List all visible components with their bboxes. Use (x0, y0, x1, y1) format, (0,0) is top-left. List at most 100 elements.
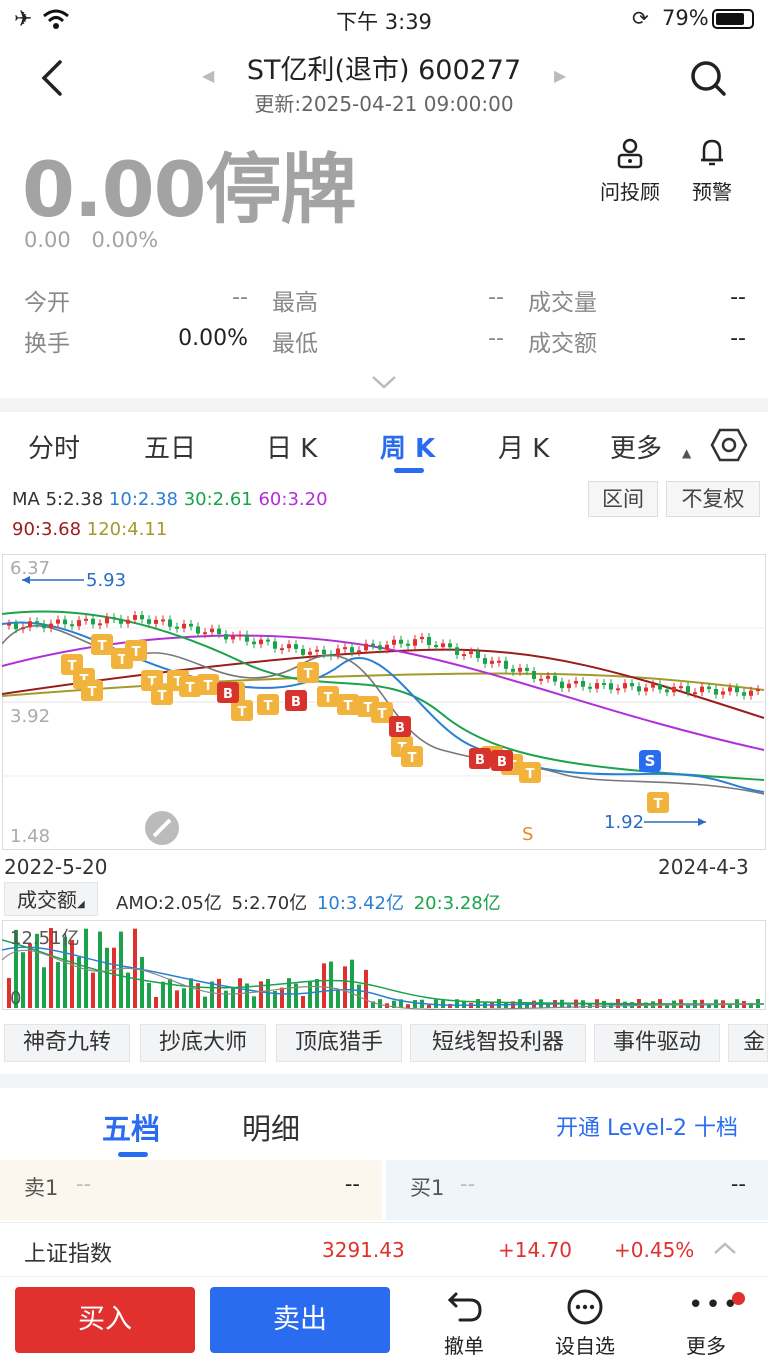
cancel-order-label[interactable]: 撤单 (424, 1330, 504, 1359)
signal-badge-letter: B (475, 753, 485, 768)
tool-chip-bottom-master[interactable]: 抄底大师 (140, 1024, 266, 1062)
candle-body (98, 623, 102, 626)
status-bar: ✈ 下午 3:39 ⟳ 79% (0, 0, 768, 40)
signal-badge-letter: B (223, 687, 233, 702)
ma-prefix: MA (12, 489, 40, 510)
volume-bar (154, 996, 158, 1008)
section-divider (0, 398, 768, 412)
kline-y-mid: 3.92 (10, 706, 51, 727)
candle-body (714, 689, 718, 695)
candle-body (231, 635, 235, 640)
add-watchlist-label[interactable]: 设自选 (545, 1330, 625, 1359)
candle-body (595, 683, 599, 689)
candle-body (651, 684, 655, 688)
no-adjust-button[interactable]: 不复权 (666, 481, 760, 517)
volume-ma5: 5:2.70亿 (231, 893, 308, 914)
tab-daily-k[interactable]: 日 K (266, 428, 317, 465)
volume-selector[interactable]: 成交额◢ (4, 882, 98, 916)
stat-label-low: 最低 (272, 331, 318, 357)
candle-body (308, 651, 312, 655)
tool-chip-nine-turn[interactable]: 神奇九转 (4, 1024, 130, 1062)
kline-high-mark: 5.93 (86, 570, 127, 591)
tool-chip-gold[interactable]: 金 (728, 1024, 768, 1062)
candle-body (462, 654, 466, 657)
tab-monthly-k[interactable]: 月 K (498, 428, 549, 465)
range-button[interactable]: 区间 (588, 481, 658, 517)
volume-bar (224, 990, 228, 1008)
candle-body (567, 683, 571, 689)
level2-link[interactable]: 开通 Level-2 十档 (556, 1110, 738, 1142)
kline-date-start: 2022-5-20 (4, 855, 108, 879)
volume-bar (329, 961, 333, 1008)
stat-label-turnover: 换手 (24, 331, 70, 357)
volume-bar (406, 1004, 410, 1008)
tab-five-day[interactable]: 五日 (144, 428, 196, 465)
volume-bar (189, 978, 193, 1008)
volume-bar (119, 931, 123, 1008)
alert-button[interactable]: 预警 (686, 136, 738, 205)
signal-badge-letter: T (158, 689, 167, 704)
stat-value-low: -- (488, 326, 504, 351)
ask-advisor-button[interactable]: 问投顾 (596, 136, 664, 205)
sell-button[interactable]: 卖出 (210, 1287, 390, 1353)
candle-body (280, 648, 284, 651)
chevron-up-icon[interactable] (712, 1240, 738, 1256)
tab-more[interactable]: 更多 (610, 428, 662, 465)
tab-detail[interactable]: 明细 (242, 1106, 300, 1148)
volume-bar (252, 996, 256, 1008)
tool-chip-event-driven[interactable]: 事件驱动 (594, 1024, 720, 1062)
candle-body (539, 678, 543, 681)
candle-body (329, 654, 333, 657)
candle-body (245, 634, 249, 642)
signal-badge-letter: B (497, 755, 507, 770)
next-stock-icon[interactable]: ▶ (554, 66, 566, 85)
candle-body (742, 692, 746, 696)
tab-five-level[interactable]: 五档 (102, 1106, 160, 1148)
volume-bar (182, 988, 186, 1008)
candle-body (350, 647, 354, 653)
ask-advisor-label: 问投顾 (600, 180, 660, 204)
candle-body (504, 660, 508, 669)
index-value: 3291.43 (322, 1238, 405, 1262)
volume-chart[interactable] (2, 920, 766, 1010)
volume-bar (140, 957, 144, 1008)
ma-legend-row2: 90:3.68 120:4.11 (12, 519, 167, 540)
more-label[interactable]: 更多 (666, 1330, 746, 1359)
candle-body (252, 641, 256, 645)
candle-body (756, 689, 760, 692)
volume-bar (427, 1004, 431, 1008)
kline-low-mark: 1.92 (604, 812, 645, 833)
tool-chip-top-bottom-hunter[interactable]: 顶底猎手 (276, 1024, 402, 1062)
volume-bar (112, 947, 116, 1008)
volume-bar (343, 966, 347, 1008)
candle-body (476, 651, 480, 659)
candle-body (70, 624, 74, 627)
volume-bar (56, 962, 60, 1008)
notification-dot (732, 1292, 745, 1305)
volume-bar (336, 989, 340, 1008)
tool-chip-short-term[interactable]: 短线智投利器 (410, 1024, 586, 1062)
search-icon[interactable] (688, 58, 728, 98)
candle-body (210, 628, 214, 633)
buy-button[interactable]: 买入 (15, 1287, 195, 1353)
tab-weekly-k[interactable]: 周 K (380, 428, 435, 465)
signal-badge-letter: T (88, 685, 97, 700)
expand-chevron-icon[interactable] (370, 374, 398, 390)
volume-bar (105, 947, 109, 1008)
kline-chart[interactable]: TTTTTTTTTTTTTTTTTTTTTTTTTBBBBB S (2, 554, 766, 850)
candle-body (686, 686, 690, 693)
settings-icon[interactable] (710, 426, 748, 464)
undo-icon[interactable] (446, 1288, 484, 1324)
tab-intraday[interactable]: 分时 (28, 428, 80, 465)
volume-bar (168, 978, 172, 1008)
candle-body (7, 623, 11, 626)
volume-legend: AMO:2.05亿 5:2.70亿 10:3.42亿 20:3.28亿 (116, 889, 501, 915)
tab-active-indicator (394, 468, 424, 473)
candle-body (490, 660, 494, 664)
volume-bar (322, 963, 326, 1008)
candle-body (224, 634, 228, 640)
add-watchlist-icon[interactable] (566, 1288, 604, 1326)
candle-body (161, 619, 165, 622)
candle-body (623, 683, 627, 689)
candle-body (532, 670, 536, 679)
